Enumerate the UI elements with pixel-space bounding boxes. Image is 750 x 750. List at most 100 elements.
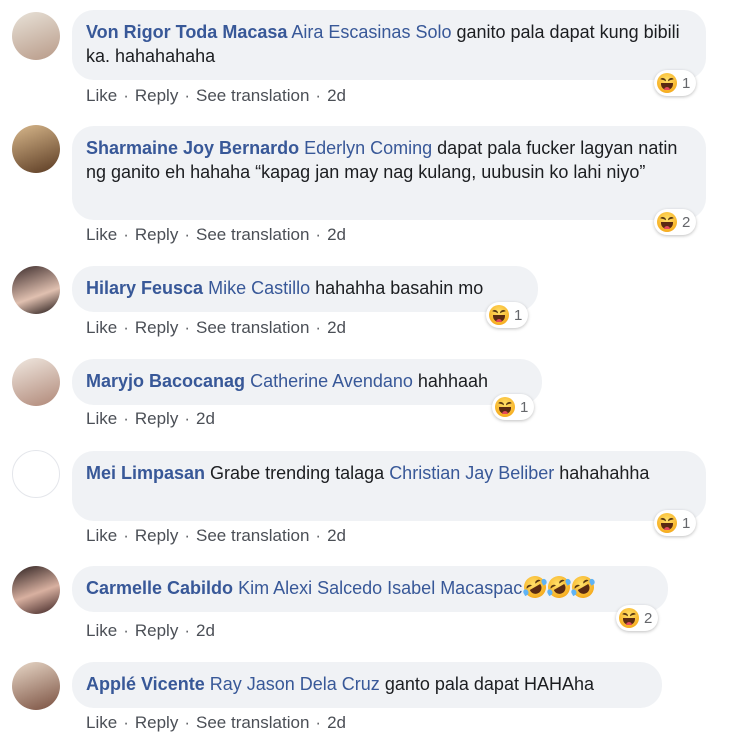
reaction-summary[interactable]: 2 xyxy=(654,209,697,235)
comment-bubble: Hilary Feusca Mike Castillo hahahha basa… xyxy=(72,266,538,312)
reply-link[interactable]: Reply xyxy=(135,526,178,545)
like-link[interactable]: Like xyxy=(86,526,117,545)
separator: · xyxy=(123,526,129,545)
separator: · xyxy=(123,318,129,337)
rolling-laughing-emoji-icon xyxy=(544,571,575,603)
rolling-laughing-emoji-icon xyxy=(568,571,599,603)
comment-actions: Like · Reply · See translation · 2d xyxy=(86,225,346,245)
reply-link[interactable]: Reply xyxy=(135,86,178,105)
reaction-count: 1 xyxy=(520,398,529,416)
avatar[interactable] xyxy=(12,662,60,710)
haha-reaction-icon xyxy=(489,305,509,325)
avatar[interactable] xyxy=(12,125,60,173)
timestamp[interactable]: 2d xyxy=(327,225,346,244)
comment-author[interactable]: Mei Limpasan xyxy=(86,463,205,483)
mention-link[interactable]: Ray Jason Dela Cruz xyxy=(210,674,380,694)
see-translation-link[interactable]: See translation xyxy=(196,86,309,105)
rolling-laughing-emoji-icon xyxy=(520,571,551,603)
comment-actions: Like · Reply · See translation · 2d xyxy=(86,713,346,733)
separator: · xyxy=(315,713,322,732)
separator: · xyxy=(184,318,190,337)
comment-text-before: Grabe trending talaga xyxy=(210,463,385,483)
separator: · xyxy=(123,713,129,732)
comment-bubble: Von Rigor Toda Macasa Aira Escasinas Sol… xyxy=(72,10,706,80)
like-link[interactable]: Like xyxy=(86,621,117,640)
separator: · xyxy=(315,225,322,244)
timestamp[interactable]: 2d xyxy=(327,86,346,105)
comment-author[interactable]: Von Rigor Toda Macasa xyxy=(86,22,287,42)
reply-link[interactable]: Reply xyxy=(135,409,178,428)
timestamp[interactable]: 2d xyxy=(327,318,346,337)
avatar[interactable] xyxy=(12,12,60,60)
reaction-count: 2 xyxy=(682,213,691,231)
avatar[interactable] xyxy=(12,358,60,406)
mention-link[interactable]: Isabel Macaspac xyxy=(387,578,522,598)
comment-actions: Like · Reply · See translation · 2d xyxy=(86,526,346,546)
comment-author[interactable]: Carmelle Cabildo xyxy=(86,578,233,598)
timestamp[interactable]: 2d xyxy=(327,526,346,545)
reply-link[interactable]: Reply xyxy=(135,225,178,244)
comment-text: hahhaah xyxy=(417,371,488,391)
reply-link[interactable]: Reply xyxy=(135,621,178,640)
reaction-count: 1 xyxy=(514,306,523,324)
reaction-summary[interactable]: 2 xyxy=(616,605,659,631)
comment-author[interactable]: Sharmaine Joy Bernardo xyxy=(86,138,299,158)
timestamp[interactable]: 2d xyxy=(327,713,346,732)
mention-link[interactable]: Aira Escasinas Solo xyxy=(291,22,451,42)
comment-author[interactable]: Maryjo Bacocanag xyxy=(86,371,245,391)
like-link[interactable]: Like xyxy=(86,409,117,428)
separator: · xyxy=(123,86,129,105)
like-link[interactable]: Like xyxy=(86,318,117,337)
see-translation-link[interactable]: See translation xyxy=(196,713,309,732)
comment-bubble: Applé Vicente Ray Jason Dela Cruz ganto … xyxy=(72,662,662,708)
reaction-summary[interactable]: 1 xyxy=(654,70,697,96)
haha-reaction-icon xyxy=(657,212,677,232)
comment-text: hahahahha xyxy=(559,463,650,483)
reaction-summary[interactable]: 1 xyxy=(486,302,529,328)
reaction-count: 1 xyxy=(682,514,691,532)
separator: · xyxy=(123,621,129,640)
comment-bubble: Sharmaine Joy Bernardo Ederlyn Coming da… xyxy=(72,126,706,220)
see-translation-link[interactable]: See translation xyxy=(196,526,309,545)
comment-text: ganto pala dapat HAHAha xyxy=(384,674,594,694)
separator: · xyxy=(315,318,322,337)
avatar[interactable] xyxy=(12,450,60,498)
avatar[interactable] xyxy=(12,566,60,614)
comment-author[interactable]: Applé Vicente xyxy=(86,674,205,694)
mention-link[interactable]: Mike Castillo xyxy=(208,278,310,298)
haha-reaction-icon xyxy=(657,73,677,93)
like-link[interactable]: Like xyxy=(86,713,117,732)
mention-link[interactable]: Kim Alexi Salcedo xyxy=(238,578,382,598)
mention-link[interactable]: Ederlyn Coming xyxy=(304,138,432,158)
separator: · xyxy=(184,621,190,640)
mention-link[interactable]: Catherine Avendano xyxy=(250,371,413,391)
comment-text: hahahha basahin mo xyxy=(315,278,484,298)
see-translation-link[interactable]: See translation xyxy=(196,318,309,337)
separator: · xyxy=(184,86,190,105)
reaction-summary[interactable]: 1 xyxy=(654,510,697,536)
comment-actions: Like · Reply · See translation · 2d xyxy=(86,86,346,106)
like-link[interactable]: Like xyxy=(86,86,117,105)
reaction-count: 1 xyxy=(682,74,691,92)
timestamp[interactable]: 2d xyxy=(196,409,215,428)
avatar[interactable] xyxy=(12,266,60,314)
haha-reaction-icon xyxy=(495,397,515,417)
timestamp[interactable]: 2d xyxy=(196,621,215,640)
comment-actions: Like · Reply · 2d xyxy=(86,409,215,429)
mention-link[interactable]: Christian Jay Beliber xyxy=(389,463,554,483)
separator: · xyxy=(184,713,190,732)
comment-bubble: Carmelle Cabildo Kim Alexi Salcedo Isabe… xyxy=(72,566,668,612)
separator: · xyxy=(123,225,129,244)
comment-bubble: Mei Limpasan Grabe trending talaga Chris… xyxy=(72,451,706,521)
reaction-summary[interactable]: 1 xyxy=(492,394,535,420)
reply-link[interactable]: Reply xyxy=(135,318,178,337)
reply-link[interactable]: Reply xyxy=(135,713,178,732)
comment-bubble: Maryjo Bacocanag Catherine Avendano hahh… xyxy=(72,359,542,405)
separator: · xyxy=(184,526,190,545)
reaction-count: 2 xyxy=(644,609,653,627)
see-translation-link[interactable]: See translation xyxy=(196,225,309,244)
like-link[interactable]: Like xyxy=(86,225,117,244)
separator: · xyxy=(123,409,129,428)
comment-actions: Like · Reply · 2d xyxy=(86,621,215,641)
comment-author[interactable]: Hilary Feusca xyxy=(86,278,203,298)
